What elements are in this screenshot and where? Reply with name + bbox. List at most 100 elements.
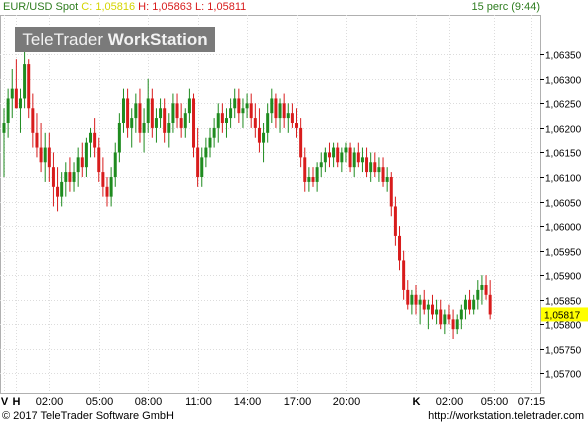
candle <box>406 280 410 310</box>
candle <box>183 108 187 138</box>
candle-body <box>233 98 237 109</box>
candle <box>39 123 43 173</box>
y-tick-label: 1,06200 <box>545 125 582 136</box>
x-tick-label: 05:00 <box>481 396 509 408</box>
candle-body <box>56 186 60 197</box>
candle-body <box>340 152 344 163</box>
candle <box>447 304 451 325</box>
candle <box>187 88 191 123</box>
candle-body <box>175 103 179 119</box>
candle-body <box>163 108 167 133</box>
candle <box>200 147 204 187</box>
x-tick-label: 08:00 <box>135 396 163 408</box>
candle-body <box>64 172 68 182</box>
candle-body <box>476 289 480 300</box>
candle-body <box>430 304 434 315</box>
candle <box>150 88 154 138</box>
candle-body <box>14 88 18 109</box>
candle-body <box>295 123 299 128</box>
candle-body <box>2 123 6 133</box>
x-tick-label: 17:00 <box>284 396 312 408</box>
candle <box>233 88 237 119</box>
candle <box>142 108 146 153</box>
candle <box>463 294 467 320</box>
candle-body <box>406 289 410 305</box>
candle <box>89 127 93 158</box>
candle-body <box>389 177 393 207</box>
candle <box>402 250 406 300</box>
interval-label: 15 perc (9:44) <box>471 1 540 13</box>
candle-body <box>167 123 171 133</box>
candle-body <box>187 98 191 114</box>
candle-body <box>68 172 72 182</box>
y-tick-label: 1,05800 <box>545 321 582 332</box>
candle-body <box>455 319 459 330</box>
candle <box>295 108 299 138</box>
candle <box>360 147 364 173</box>
candle <box>323 147 327 173</box>
candle <box>443 309 447 335</box>
candle <box>356 142 360 168</box>
candle <box>348 142 352 173</box>
candle-body <box>352 152 356 168</box>
candle-body <box>443 314 447 325</box>
candle <box>451 309 455 339</box>
candle <box>253 103 257 138</box>
candle-body <box>150 98 154 128</box>
candle <box>224 108 228 138</box>
candle-body <box>80 157 84 168</box>
watermark-logo: TeleTrader WorkStation <box>15 27 215 52</box>
candle <box>398 226 402 271</box>
copyright-text: © 2017 TeleTrader Software GmbH <box>2 410 174 422</box>
y-tick-label: 1,06100 <box>545 174 582 185</box>
candle-body <box>60 181 64 197</box>
chart-grid <box>0 15 541 394</box>
candle-body <box>229 108 233 119</box>
candle-body <box>365 157 369 173</box>
candle <box>167 113 171 148</box>
candle <box>389 172 393 217</box>
candle <box>76 147 80 187</box>
candle-body <box>6 98 10 123</box>
candle <box>113 142 117 187</box>
candle <box>266 103 270 143</box>
y-tick-label: 1,06350 <box>545 51 582 62</box>
candle-body <box>480 285 484 290</box>
candle-body <box>27 64 31 109</box>
candle <box>307 167 311 192</box>
quote-header: EUR/USD Spot C: 1,05816 H: 1,05863 L: 1,… <box>3 1 246 13</box>
candle-body <box>266 113 270 133</box>
candle <box>138 88 142 143</box>
y-tick-label: 1,06250 <box>545 100 582 111</box>
candle-body <box>31 108 35 133</box>
candle-body <box>393 206 397 236</box>
candle <box>352 147 356 177</box>
candle <box>47 132 51 182</box>
candle-body <box>315 167 319 182</box>
candle <box>336 142 340 168</box>
price-chart[interactable]: 1,06350 1,06300 1,06250 1,06200 1,06150 1,061… <box>0 0 588 428</box>
candle-body <box>84 142 88 168</box>
y-tick-label: 1,05950 <box>545 248 582 259</box>
candle-body <box>204 147 208 158</box>
candle-body <box>299 127 303 158</box>
price-axis: 1,06350 1,06300 1,06250 1,06200 1,06150 1,061… <box>540 51 588 381</box>
candle-body <box>373 162 377 173</box>
candle <box>476 280 480 310</box>
x-tick-label: K <box>413 396 421 408</box>
candle <box>23 49 27 109</box>
footer-url[interactable]: http://workstation.teletrader.com <box>428 410 584 422</box>
candle-body <box>126 98 130 128</box>
candle <box>212 118 216 148</box>
candle <box>245 93 249 119</box>
candle-body <box>159 108 163 119</box>
candle-body <box>43 147 47 163</box>
candle <box>84 137 88 177</box>
candle-body <box>398 235 402 261</box>
last-price-label: 1,05817 <box>544 310 581 321</box>
candle-body <box>410 294 414 305</box>
candle-body <box>377 167 381 173</box>
candle <box>455 314 459 335</box>
candle <box>393 196 397 246</box>
candle <box>282 93 286 128</box>
